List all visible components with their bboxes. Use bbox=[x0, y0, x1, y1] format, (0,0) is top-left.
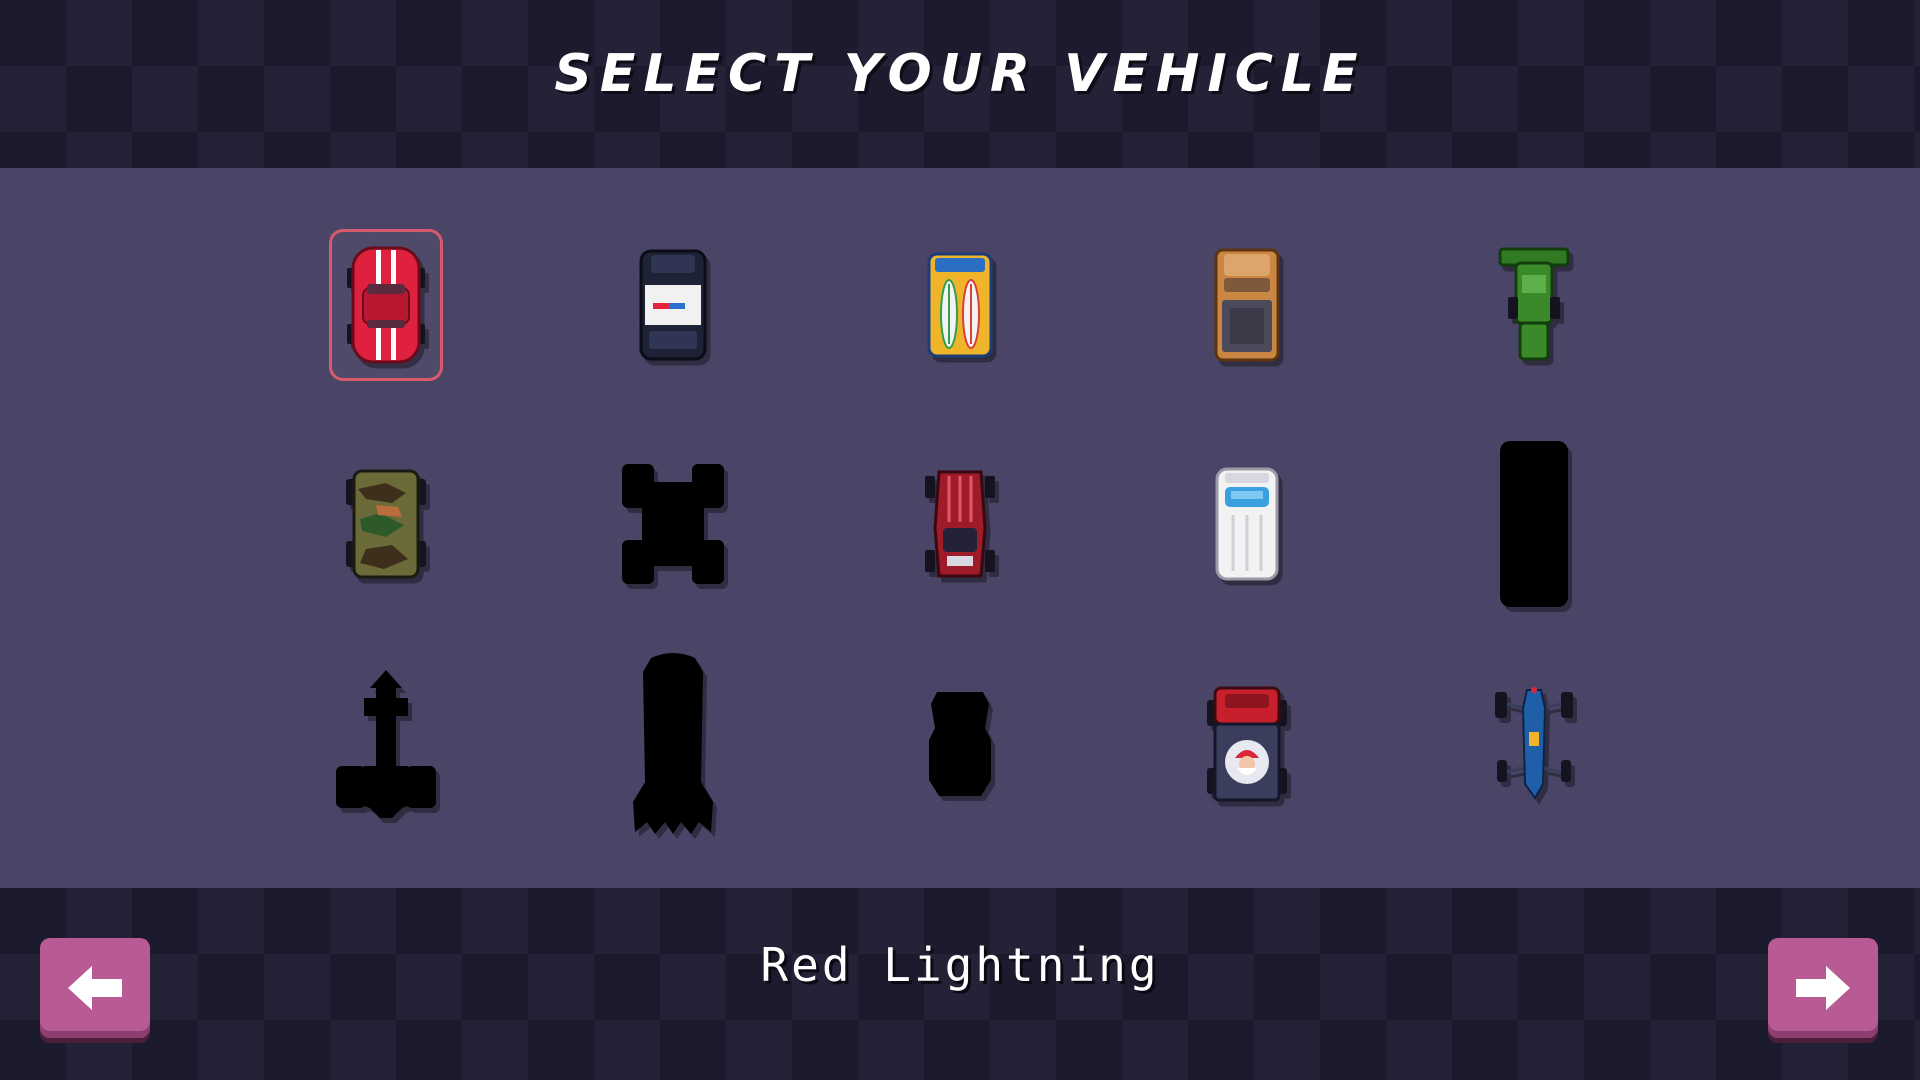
vehicle-grid bbox=[0, 168, 1920, 888]
hot-rod-icon bbox=[925, 470, 995, 578]
vehicle-slot-surf-van[interactable] bbox=[906, 232, 1014, 378]
camo-jeep-icon bbox=[346, 469, 426, 579]
surf-van-icon bbox=[927, 252, 993, 358]
vehicle-slot-hot-rod[interactable] bbox=[906, 451, 1014, 597]
next-button[interactable] bbox=[1768, 938, 1878, 1038]
police-car-icon bbox=[639, 249, 707, 361]
vehicle-slot-bus-locked[interactable] bbox=[1480, 441, 1588, 607]
santa-truck-icon bbox=[1207, 686, 1287, 802]
selected-vehicle-name: Red Lightning bbox=[760, 938, 1160, 992]
vehicle-slot-muscle-car[interactable] bbox=[329, 229, 443, 381]
harvester-icon bbox=[1498, 247, 1570, 361]
vehicle-slot-police-car[interactable] bbox=[619, 232, 727, 378]
vehicle-slot-dragster[interactable] bbox=[1480, 671, 1588, 817]
vehicle-slot-pickup-truck[interactable] bbox=[1193, 232, 1301, 378]
arrow-right-icon bbox=[1796, 966, 1850, 1010]
locked-silhouette-icon bbox=[1500, 441, 1568, 607]
dragster-icon bbox=[1495, 687, 1573, 800]
vehicle-slot-camo-jeep[interactable] bbox=[332, 451, 440, 597]
locked-silhouette-icon bbox=[336, 670, 436, 818]
ambulance-icon bbox=[1215, 467, 1279, 581]
locked-silhouette-icon bbox=[633, 653, 713, 834]
vehicle-slot-monster-truck-locked[interactable] bbox=[619, 451, 727, 597]
vehicle-slot-santa-truck[interactable] bbox=[1193, 671, 1301, 817]
locked-silhouette-icon bbox=[622, 464, 724, 584]
page-title: SELECT YOUR VEHICLE bbox=[554, 44, 1366, 104]
locked-silhouette-icon bbox=[929, 692, 991, 796]
vehicle-slot-shuttle-locked[interactable] bbox=[619, 653, 727, 834]
vehicle-slot-ambulance[interactable] bbox=[1193, 451, 1301, 597]
pickup-truck-icon bbox=[1214, 248, 1280, 362]
muscle-car-icon bbox=[347, 246, 425, 364]
vehicle-slot-buggy-locked[interactable] bbox=[906, 671, 1014, 817]
vehicle-slot-harvester[interactable] bbox=[1480, 232, 1588, 378]
vehicle-slot-rocket-locked[interactable] bbox=[332, 670, 440, 818]
